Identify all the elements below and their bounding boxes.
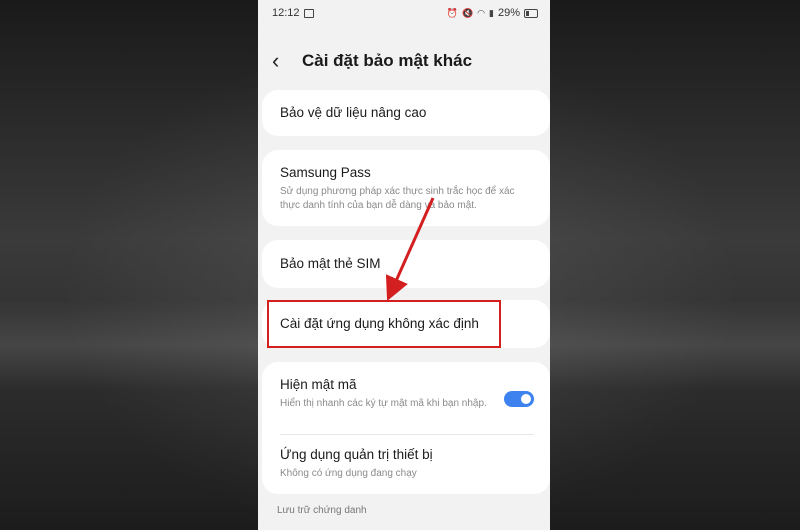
- show-password-toggle[interactable]: [504, 391, 534, 407]
- battery-icon: [524, 8, 538, 18]
- battery-level: 29%: [497, 7, 520, 19]
- page-title: Cài đặt bảo mật khác: [302, 51, 473, 70]
- item-title: Samsung Pass: [280, 165, 371, 180]
- item-title: Ứng dụng quản trị thiết bị: [280, 447, 433, 462]
- list-item-show-password[interactable]: Hiện mật mã Hiển thị nhanh các ký tự mật…: [280, 376, 534, 411]
- list-item-advanced-data-protection[interactable]: Bảo vệ dữ liệu nâng cao: [262, 90, 550, 136]
- list-item-device-admin-apps[interactable]: Ứng dụng quản trị thiết bị Không có ứng …: [280, 446, 534, 481]
- section-label: Lưu trữ chứng danh: [277, 505, 367, 516]
- page-header: ‹ Cài đặt bảo mật khác: [258, 44, 550, 78]
- list-item-samsung-pass[interactable]: Samsung Pass Sử dụng phương pháp xác thự…: [262, 150, 550, 226]
- signal-icon: ▮: [489, 7, 494, 18]
- divider: [280, 434, 534, 435]
- wifi-icon: ◠: [477, 7, 486, 18]
- item-title: Bảo vệ dữ liệu nâng cao: [280, 105, 427, 120]
- settings-group: Hiện mật mã Hiển thị nhanh các ký tự mật…: [262, 362, 550, 494]
- status-bar: 12:12 ⏰ 🔇 ◠ ▮ 29%: [258, 0, 550, 26]
- item-subtitle: Sử dụng phương pháp xác thực sinh trắc h…: [280, 186, 515, 211]
- alarm-icon: ⏰: [446, 7, 458, 18]
- item-subtitle: Hiển thị nhanh các ký tự mật mã khi bạn …: [280, 398, 487, 409]
- gallery-notification-icon: [303, 8, 314, 18]
- item-subtitle: Không có ứng dụng đang chạy: [280, 468, 417, 479]
- item-title: Hiện mật mã: [280, 377, 357, 392]
- list-item-sim-security[interactable]: Bảo mật thẻ SIM: [262, 240, 550, 288]
- highlight-box: [267, 300, 501, 348]
- status-time: 12:12: [272, 7, 300, 19]
- item-title: Bảo mật thẻ SIM: [280, 256, 381, 271]
- mute-icon: 🔇: [461, 7, 474, 18]
- chevron-left-icon[interactable]: ‹: [272, 44, 302, 78]
